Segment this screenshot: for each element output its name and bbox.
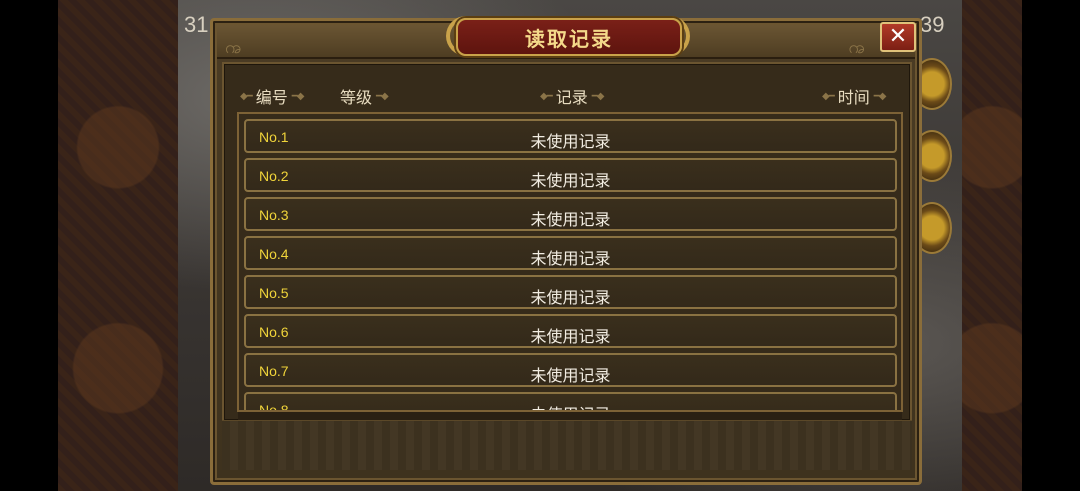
list-bottom-edge: [238, 412, 902, 420]
record-row[interactable]: No.7 未使用记录: [244, 353, 897, 387]
divider-ornament-icon: ◆━: [540, 90, 553, 102]
record-status: 未使用记录: [530, 366, 611, 385]
record-status: 未使用记录: [530, 171, 611, 190]
header-record: ◆━ 记录 ━◆: [540, 84, 605, 108]
close-icon: ✕: [888, 24, 908, 49]
record-row[interactable]: No.8 未使用记录: [244, 392, 897, 410]
right-letterbox: [1022, 0, 1080, 491]
records-list[interactable]: No.1 未使用记录 No.2 未使用记录 No.3 未使用记录 No.4 未使…: [237, 112, 903, 412]
dialog-title: 读取记录: [525, 26, 613, 51]
record-status: 未使用记录: [530, 210, 611, 229]
divider-ornament-icon: ━◆: [376, 90, 389, 102]
header-level: 等级 ━◆: [340, 84, 389, 108]
header-id: ◆━ 编号 ━◆: [240, 84, 305, 108]
record-row[interactable]: No.4 未使用记录: [244, 236, 897, 270]
record-status: 未使用记录: [246, 401, 895, 410]
record-row[interactable]: No.3 未使用记录: [244, 197, 897, 231]
record-status: 未使用记录: [530, 132, 611, 151]
divider-ornament-icon: ◆━: [240, 90, 253, 102]
header-level-label: 等级: [340, 88, 373, 107]
table-header: ◆━ 编号 ━◆ 等级 ━◆ ◆━ 记录 ━◆ ◆━ 时间 ━◆: [240, 84, 900, 108]
scene-right-number: 39: [920, 12, 945, 37]
header-time: ◆━ 时间 ━◆: [822, 84, 887, 108]
dialog-title-plate: 读取记录: [456, 18, 682, 56]
record-status: 未使用记录: [530, 288, 611, 307]
close-button[interactable]: ✕: [880, 22, 916, 52]
divider-ornament-icon: ◆━: [822, 90, 835, 102]
header-id-label: 编号: [255, 88, 288, 107]
divider-ornament-icon: ━◆: [591, 90, 605, 102]
left-decor-panel: [58, 0, 178, 491]
right-decor-panel: [962, 0, 1022, 491]
record-row[interactable]: No.6 未使用记录: [244, 314, 897, 348]
header-record-label: 记录: [555, 88, 588, 107]
record-row[interactable]: No.1 未使用记录: [244, 119, 897, 153]
record-row[interactable]: No.5 未使用记录: [244, 275, 897, 309]
panel-bottom-pattern: [222, 420, 912, 470]
divider-ornament-icon: ━◆: [291, 90, 305, 102]
scene-left-number: 31: [184, 12, 209, 37]
left-letterbox: [0, 0, 58, 491]
header-time-label: 时间: [837, 88, 870, 107]
swirl-ornament-icon: ꩠ: [225, 37, 242, 58]
record-row[interactable]: No.2 未使用记录: [244, 158, 897, 192]
record-status: 未使用记录: [530, 249, 611, 268]
record-status: 未使用记录: [530, 327, 611, 346]
swirl-ornament-icon: ꩠ: [848, 37, 866, 58]
divider-ornament-icon: ━◆: [873, 90, 887, 102]
